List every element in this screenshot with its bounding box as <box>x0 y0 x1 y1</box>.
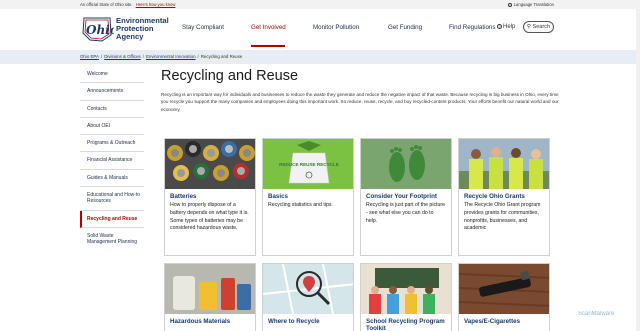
card-description: Recycling statistics and tips. <box>268 202 333 208</box>
card-description: How to properly dispose of a battery dep… <box>170 202 249 232</box>
batteries-photo <box>165 139 255 189</box>
site-header: Ohio Environmental Protection Agency Sta… <box>0 9 640 47</box>
vape-pen-photo <box>459 264 549 314</box>
breadcrumb-current: Recycling and Reuse <box>200 54 243 59</box>
map-illustration <box>263 264 353 314</box>
sidebar-item-financial-assistance[interactable]: Financial Assistance <box>80 152 144 170</box>
ohio-epa-logo[interactable]: Ohio Environmental Protection Agency <box>80 15 172 43</box>
vape-illustration <box>459 264 549 314</box>
main-content: Recycling and Reuse Recycling is an impo… <box>161 68 559 113</box>
page-scrollbar[interactable] <box>636 9 640 331</box>
card-title: Batteries <box>170 193 197 200</box>
nav-stay-compliant[interactable]: Stay Compliant <box>182 24 224 31</box>
recycle-box-illustration: REDUCE REUSE RECYCLE <box>263 139 353 189</box>
help-button[interactable]: ? Help <box>497 24 515 30</box>
agency-name: Environmental Protection Agency <box>116 17 169 40</box>
official-site-bar: An official State of Ohio site. Here's h… <box>0 0 640 9</box>
intro-paragraph: Recycling is an important way for indivi… <box>161 92 559 112</box>
nav-find-regulations[interactable]: Find Regulations <box>449 24 495 31</box>
card-title: Where to Recycle <box>268 318 320 325</box>
breadcrumb-separator: / <box>100 54 103 59</box>
card-title: Basics <box>268 193 288 200</box>
green-footprints-photo <box>361 139 451 189</box>
sidebar-item-recycling-reuse[interactable]: Recycling and Reuse <box>80 210 144 228</box>
ohio-script-text: Ohio <box>86 23 114 37</box>
card-school-recycling-toolkit[interactable]: School Recycling Program Toolkit <box>360 263 452 331</box>
card-title: Consider Your Footprint <box>366 193 437 200</box>
grant-team-photo <box>459 139 549 189</box>
globe-icon <box>507 2 512 7</box>
map-pin-photo <box>263 264 353 314</box>
footprints-illustration <box>361 139 451 189</box>
card-description: The Recycle Ohio Grant program provides … <box>464 202 541 232</box>
language-translation-label: Language Translation <box>513 2 554 7</box>
containers-illustration <box>165 264 255 314</box>
sidebar-item-programs-outreach[interactable]: Programs & Outreach <box>80 135 144 153</box>
breadcrumb-bar: Ohio EPA / Divisions & Offices / Environment… <box>0 50 640 64</box>
page-title: Recycling and Reuse <box>161 68 299 84</box>
sidebar-item-contacts[interactable]: Contacts <box>80 101 144 118</box>
scanmalware-watermark: ScanMalware <box>578 311 615 317</box>
search-icon: ⚲ <box>526 24 531 30</box>
sidebar-item-about-oei[interactable]: About OEI <box>80 118 144 136</box>
language-translation-button[interactable]: Language Translation <box>507 2 554 7</box>
sidebar-item-welcome[interactable]: Welcome <box>80 66 144 84</box>
nav-get-funding[interactable]: Get Funding <box>388 24 422 31</box>
breadcrumb-ohio-epa[interactable]: Ohio EPA <box>80 54 99 59</box>
card-where-to-recycle[interactable]: Where to Recycle <box>262 263 354 331</box>
sidebar-item-solid-waste-planning[interactable]: Solid Waste Management Planning <box>80 228 144 251</box>
hazardous-containers-photo <box>165 264 255 314</box>
card-hazardous-materials[interactable]: Hazardous Materials <box>164 263 256 331</box>
card-title: Recycle Ohio Grants <box>464 193 525 200</box>
agency-name-line3: Agency <box>116 31 144 41</box>
breadcrumb-separator: / <box>197 54 199 59</box>
card-title: Vapes/E-Cigarettes <box>464 318 521 325</box>
breadcrumb: Ohio EPA / Divisions & Offices / Environment… <box>80 54 242 59</box>
card-basics[interactable]: REDUCE REUSE RECYCLE Basics Recycling st… <box>262 138 354 256</box>
nav-monitor-pollution[interactable]: Monitor Pollution <box>313 24 359 31</box>
card-title: Hazardous Materials <box>170 318 231 325</box>
card-description: Recycling is just part of the picture - … <box>366 202 446 224</box>
reduce-reuse-recycle-graphic: REDUCE REUSE RECYCLE <box>263 139 353 189</box>
sidebar-item-educational-resources[interactable]: Educational and How-to Resources <box>80 187 144 211</box>
school-children-photo <box>361 264 451 314</box>
search-button[interactable]: ⚲ Search <box>523 21 554 33</box>
card-recycle-ohio-grants[interactable]: Recycle Ohio Grants The Recycle Ohio Gra… <box>458 138 550 256</box>
classroom-illustration <box>361 264 451 314</box>
breadcrumb-environmental-innovation[interactable]: Environmental Innovation <box>146 54 196 59</box>
card-batteries[interactable]: Batteries How to properly dispose of a b… <box>164 138 256 256</box>
sidebar-item-guides-manuals[interactable]: Guides & Manuals <box>80 170 144 188</box>
search-label: Search <box>532 24 551 30</box>
team-illustration <box>459 139 549 189</box>
batteries-illustration <box>165 139 255 189</box>
nav-active-indicator <box>251 45 285 47</box>
reduce-reuse-recycle-text: REDUCE REUSE RECYCLE <box>279 162 339 167</box>
help-label: Help <box>503 24 516 30</box>
help-icon: ? <box>497 24 502 29</box>
official-site-label: An official State of Ohio site. <box>80 2 133 7</box>
sidebar-nav: Welcome Announcements Contacts About OEI… <box>80 66 144 251</box>
official-site-text: An official State of Ohio site. Here's h… <box>80 2 175 7</box>
card-consider-footprint[interactable]: Consider Your Footprint Recycling is jus… <box>360 138 452 256</box>
card-vapes-e-cigarettes[interactable]: Vapes/E-Cigarettes <box>458 263 550 331</box>
breadcrumb-divisions-offices[interactable]: Divisions & Offices <box>104 54 141 59</box>
breadcrumb-separator: / <box>142 54 144 59</box>
how-you-know-link[interactable]: Here's how you know <box>136 2 176 7</box>
card-title: School Recycling Program Toolkit <box>366 318 445 331</box>
sidebar-item-announcements[interactable]: Announcements <box>80 83 144 101</box>
nav-get-involved[interactable]: Get Involved <box>251 24 286 31</box>
ohio-state-logo-icon: Ohio <box>82 17 114 42</box>
